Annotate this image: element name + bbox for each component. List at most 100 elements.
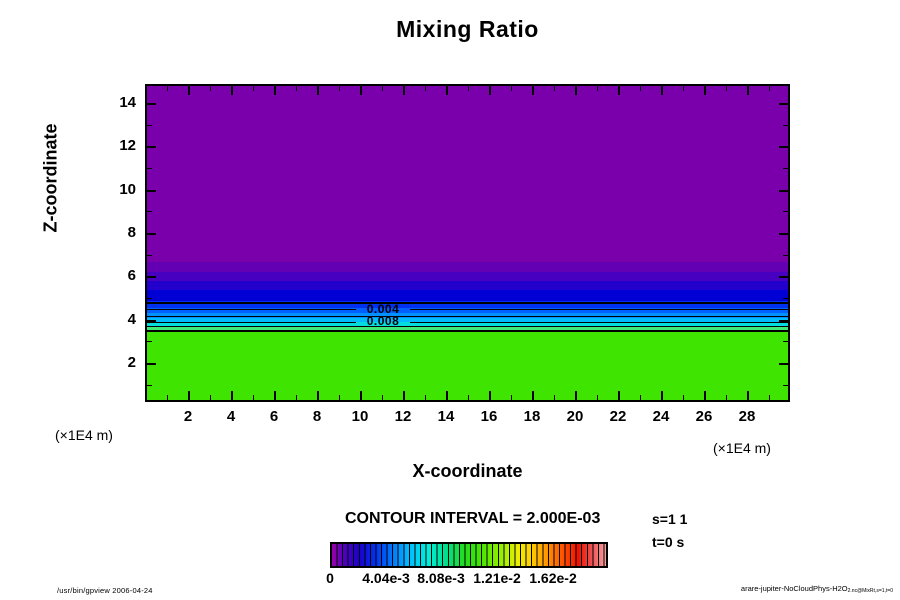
x-axis-tick: [725, 86, 727, 91]
x-axis-tick: [510, 86, 512, 91]
y-axis-tick: [147, 211, 152, 213]
contour-value-label: 0.008: [366, 314, 400, 328]
contour-line-segment: [147, 322, 356, 323]
y-axis-tick: [779, 189, 788, 192]
x-axis-tick: [338, 86, 340, 91]
x-tick-label: 10: [351, 408, 369, 425]
x-axis-tick: [317, 86, 319, 95]
contour-line-segment: [147, 309, 356, 310]
chart-title: Mixing Ratio: [396, 16, 539, 42]
x-axis-tick: [209, 86, 211, 91]
x-axis-tick: [209, 395, 211, 400]
x-axis-title: X-coordinate: [412, 461, 523, 481]
x-axis-tick: [532, 86, 534, 95]
x-axis-tick: [575, 86, 577, 95]
x-axis-tick: [510, 395, 512, 400]
x-axis-tick: [403, 86, 405, 95]
program-stamp: /usr/bin/gpview 2006-04-24: [57, 586, 153, 595]
y-axis-tick: [147, 189, 156, 192]
y-axis-tick: [147, 167, 152, 169]
colorbar-tick-label: 0: [326, 570, 334, 586]
x-tick-label: 20: [566, 408, 584, 425]
x-axis-tick: [424, 395, 426, 400]
colorbar-tick-label: 1.21e-2: [473, 570, 521, 586]
x-tick-label: 14: [437, 408, 455, 425]
x-axis-tick: [575, 391, 577, 400]
y-axis-tick: [783, 384, 788, 386]
y-axis-tick: [147, 254, 152, 256]
x-axis-tick: [618, 391, 620, 400]
x-tick-label: 18: [523, 408, 541, 425]
x-axis-tick: [274, 391, 276, 400]
y-axis-tick: [779, 232, 788, 235]
contour-line: [147, 302, 788, 304]
x-tick-label: 6: [269, 408, 279, 425]
x-axis-tick: [618, 86, 620, 95]
x-axis-tick: [166, 395, 168, 400]
y-axis-tick: [783, 297, 788, 299]
y-axis-tick: [779, 276, 788, 279]
x-axis-tick: [381, 395, 383, 400]
x-tick-label: 4: [226, 408, 236, 425]
y-tick-label: 4: [127, 310, 136, 328]
x-axis-tick: [725, 395, 727, 400]
x-axis-tick: [489, 86, 491, 95]
dataset-name: arare-jupiter-NoCloudPhys-H2O: [740, 584, 848, 593]
y-axis-tick: [147, 341, 152, 343]
y-axis-tick: [147, 297, 152, 299]
x-axis-tick: [768, 86, 770, 91]
y-axis-tick: [147, 384, 152, 386]
x-axis-tick: [639, 86, 641, 91]
x-axis-tick: [467, 86, 469, 91]
x-axis-tick: [747, 86, 749, 95]
x-axis-tick: [274, 86, 276, 95]
x-axis-tick: [661, 86, 663, 95]
x-tick-label: 2: [183, 408, 193, 425]
y-axis-tick: [779, 362, 788, 365]
x-axis-tick: [295, 395, 297, 400]
x-axis-tick: [424, 86, 426, 91]
x-axis-tick: [704, 86, 706, 95]
y-tick-label: 12: [119, 137, 136, 155]
y-axis-tick: [147, 146, 156, 149]
colorbar-tick-label: 1.62e-2: [529, 570, 577, 586]
contour-line: [147, 316, 788, 317]
x-unit-right: (×1E4 m): [713, 440, 771, 456]
y-axis-tick: [783, 124, 788, 126]
x-axis-tick: [553, 86, 555, 91]
contour-interval-label: CONTOUR INTERVAL = 2.000E-03: [345, 510, 601, 527]
x-axis-tick: [317, 391, 319, 400]
y-axis-tick: [783, 341, 788, 343]
colorbar: [330, 542, 608, 568]
x-axis-tick: [360, 86, 362, 95]
x-axis-tick: [682, 86, 684, 91]
y-axis-tick: [147, 102, 156, 105]
x-tick-label: 8: [312, 408, 322, 425]
x-axis-tick: [596, 395, 598, 400]
contour-line-segment: [410, 309, 788, 310]
x-tick-label: 22: [609, 408, 627, 425]
x-axis-tick: [768, 395, 770, 400]
x-axis-tick: [553, 395, 555, 400]
x-tick-label: 12: [394, 408, 412, 425]
y-tick-label: 2: [127, 353, 136, 371]
x-axis-tick: [360, 391, 362, 400]
x-axis-tick: [252, 86, 254, 91]
contour-line-segment: [410, 322, 788, 323]
x-tick-label: 26: [695, 408, 713, 425]
y-axis-tick: [147, 319, 156, 322]
y-axis-tick: [147, 124, 152, 126]
x-axis-tick: [704, 391, 706, 400]
plot-area: 0.004 0.008: [145, 84, 790, 402]
y-axis-tick: [783, 254, 788, 256]
x-axis-tick: [682, 395, 684, 400]
y-axis-tick: [779, 146, 788, 149]
y-axis-tick: [147, 362, 156, 365]
y-axis-tick: [783, 211, 788, 213]
y-tick-label: 14: [119, 93, 136, 111]
y-axis-tick: [783, 167, 788, 169]
dataset-stamp: arare-jupiter-NoCloudPhys-H2O2.nc@MixRt,…: [740, 584, 893, 594]
x-axis-tick: [446, 86, 448, 95]
time-label: t=0 s: [652, 534, 685, 550]
x-axis-tick: [596, 86, 598, 91]
